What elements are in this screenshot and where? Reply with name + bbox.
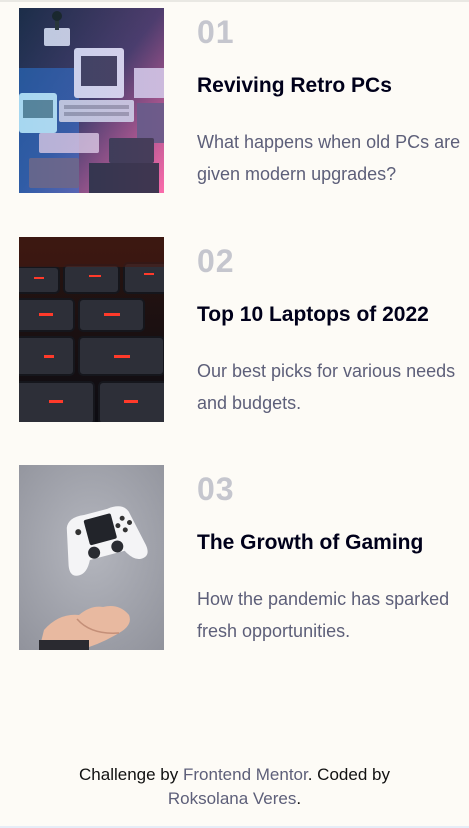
attribution-footer: Challenge by Frontend Mentor. Coded by R… xyxy=(0,763,469,811)
article-title[interactable]: The Growth of Gaming xyxy=(197,531,423,555)
article-image-retro-pc[interactable] xyxy=(19,8,164,193)
article-description: What happens when old PCs are given mode… xyxy=(197,132,461,184)
article-number: 03 xyxy=(197,471,235,507)
attribution-prefix: Challenge by xyxy=(79,765,183,784)
top-divider xyxy=(0,0,469,2)
article-image-laptop-keyboard[interactable] xyxy=(19,237,164,422)
author-link[interactable]: Roksolana Veres xyxy=(168,789,297,808)
attribution-suffix: . xyxy=(296,789,302,808)
attribution-middle: . Coded by xyxy=(307,765,390,784)
article-number: 02 xyxy=(197,243,235,279)
article-image-gaming-controller[interactable] xyxy=(19,465,164,650)
article-description: Our best picks for various needs and bud… xyxy=(197,361,456,413)
frontend-mentor-link[interactable]: Frontend Mentor xyxy=(183,765,308,784)
article-title[interactable]: Top 10 Laptops of 2022 xyxy=(197,303,429,327)
article-card-3: 03 The Growth of Gaming How the pandemic… xyxy=(19,465,469,650)
article-description: How the pandemic has sparked fresh oppor… xyxy=(197,589,450,641)
article-card-1: 01 Reviving Retro PCs What happens when … xyxy=(19,8,469,193)
article-number: 01 xyxy=(197,14,235,50)
article-title[interactable]: Reviving Retro PCs xyxy=(197,74,392,98)
article-card-2: 02 Top 10 Laptops of 2022 Our best picks… xyxy=(19,237,469,422)
